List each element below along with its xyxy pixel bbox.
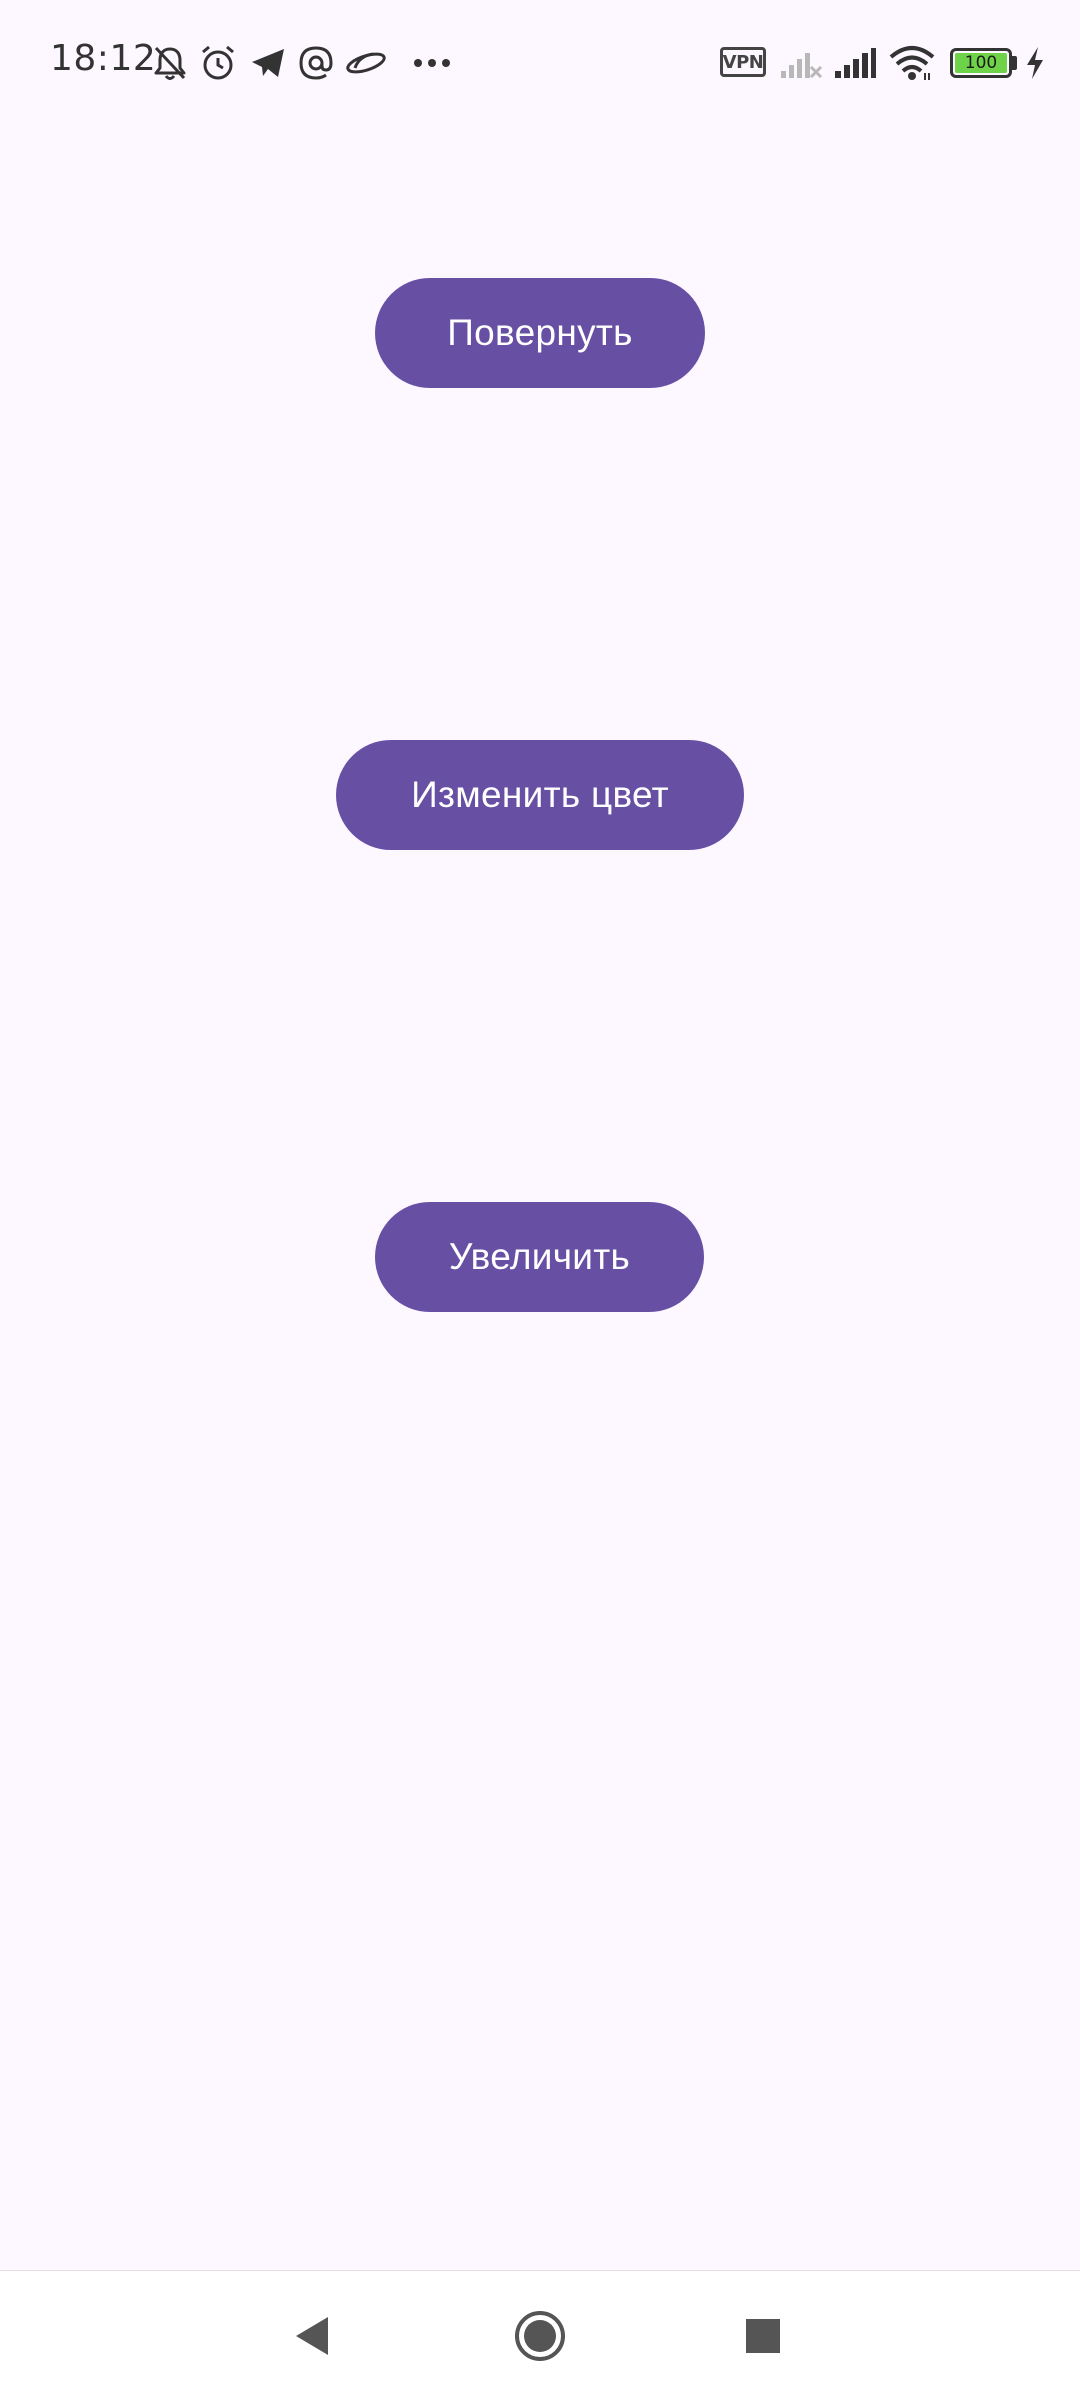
battery-tip bbox=[1012, 56, 1017, 70]
cell-signal-full-icon bbox=[832, 42, 878, 84]
status-time: 18:12 bbox=[50, 38, 157, 79]
mail-at-icon bbox=[296, 42, 336, 84]
alarm-icon bbox=[198, 42, 238, 84]
charging-bolt-icon bbox=[1022, 42, 1048, 84]
mute-bell-icon bbox=[150, 42, 190, 84]
navigation-bar bbox=[0, 2270, 1080, 2400]
cell-signal-empty-icon bbox=[778, 42, 824, 84]
more-dots-icon bbox=[410, 42, 454, 84]
battery-level: 100 bbox=[955, 53, 1007, 73]
planet-icon bbox=[344, 42, 388, 84]
back-icon[interactable] bbox=[277, 2301, 347, 2371]
rotate-button[interactable]: Повернуть bbox=[375, 278, 705, 388]
vpn-badge: VPN bbox=[720, 47, 766, 77]
screen: 18:12 VPN 100 Повернуть Изменить цвет Ув… bbox=[0, 0, 1080, 2400]
recents-icon[interactable] bbox=[728, 2301, 798, 2371]
battery-icon: 100 bbox=[950, 48, 1012, 78]
home-icon[interactable] bbox=[505, 2301, 575, 2371]
change-color-button[interactable]: Изменить цвет bbox=[336, 740, 744, 850]
wifi-icon bbox=[888, 42, 936, 84]
telegram-icon bbox=[248, 42, 288, 84]
status-bar: 18:12 VPN 100 bbox=[0, 0, 1080, 130]
enlarge-button[interactable]: Увеличить bbox=[375, 1202, 704, 1312]
